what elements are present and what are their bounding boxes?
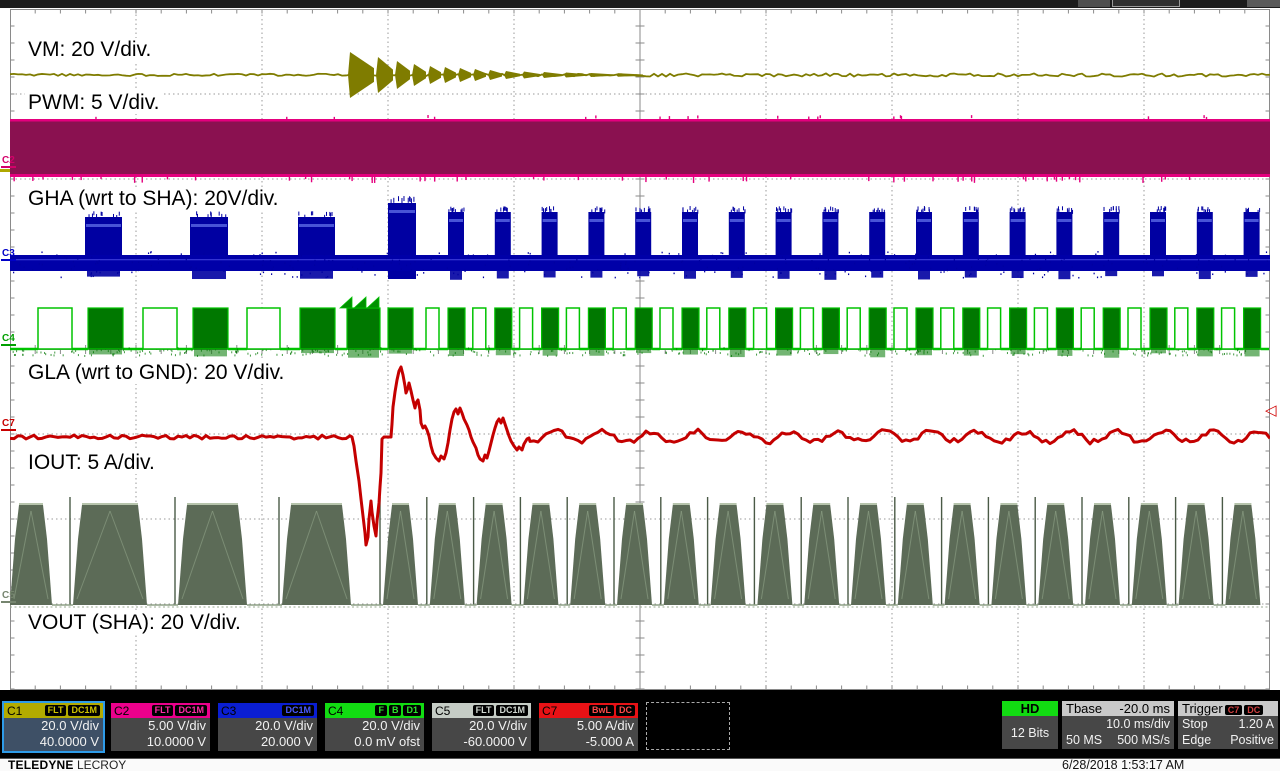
channel-offset: 10.0000 V xyxy=(115,734,206,750)
timebase-body: 10.0 ms/div 50 MS 500 MS/s xyxy=(1062,716,1174,749)
timebase-rate: 500 MS/s xyxy=(1117,732,1170,748)
brand-primary: TELEDYNE xyxy=(8,758,74,771)
channel-scale: 5.00 V/div xyxy=(115,718,206,734)
timebase-label: Tbase xyxy=(1066,701,1102,716)
footer-strip: TELEDYNE LECROY 6/28/2018 1:53:17 AM xyxy=(0,758,1280,771)
trigger-source-badges: C7DC xyxy=(1223,701,1264,716)
trigger-header: Trigger C7DC xyxy=(1178,701,1278,716)
channel-scale: 20.0 V/div xyxy=(329,718,420,734)
timebase-offset: -20.0 ms xyxy=(1119,701,1170,716)
channel-readout: 5.00 V/div10.0000 V xyxy=(111,718,210,751)
hd-mode-header: HD xyxy=(1002,701,1058,716)
trigger-label: Trigger xyxy=(1182,701,1223,716)
channel-marker-c4[interactable]: C4 xyxy=(1,334,16,346)
trigger-box[interactable]: Trigger C7DC Stop 1.20 A Edge Positive xyxy=(1178,701,1278,749)
trigger-mode: Stop xyxy=(1182,716,1208,732)
channel-header: C5 FLTDC1M xyxy=(432,703,531,718)
channel-box-c7[interactable]: C7 BwLDC 5.00 A/div-5.000 A xyxy=(537,701,640,753)
channel-scale: 20.0 V/div xyxy=(436,718,527,734)
channel-header: C1 FLTDC1M xyxy=(4,703,103,718)
channel-header: C4 FBD1 xyxy=(325,703,424,718)
channel-badge: DC1M xyxy=(282,705,314,716)
hd-label: HD xyxy=(1021,701,1040,716)
timebase-per-div: 10.0 ms/div xyxy=(1106,716,1170,732)
channel-badge: DC1M xyxy=(496,705,528,716)
timebase-box[interactable]: Tbase -20.0 ms 10.0 ms/div 50 MS 500 MS/… xyxy=(1062,701,1174,749)
channel-marker-c5[interactable]: C5 xyxy=(1,591,16,603)
trace-label-pwm: PWM: 5 V/div. xyxy=(25,91,162,114)
brand-logo: TELEDYNE LECROY xyxy=(8,759,126,771)
channel-offset: 40.0000 V xyxy=(8,734,99,750)
channel-scale: 20.0 V/div xyxy=(222,718,313,734)
channel-badge: D1 xyxy=(403,705,421,716)
datetime-display: 6/28/2018 1:53:17 AM xyxy=(1062,759,1184,771)
trigger-level-value: 1.20 A xyxy=(1239,716,1274,732)
channel-scale: 5.00 A/div xyxy=(543,718,634,734)
trigger-type: Edge xyxy=(1182,732,1211,748)
channel-marker-c2[interactable]: C2 xyxy=(1,156,16,168)
trace-label-vout: VOUT (SHA): 20 V/div. xyxy=(25,611,244,634)
timebase-header: Tbase -20.0 ms xyxy=(1062,701,1174,716)
channel-scale: 20.0 V/div xyxy=(8,718,99,734)
channel-id: C4 xyxy=(328,704,343,718)
channel-badge: F xyxy=(375,705,387,716)
waveform-display-grid xyxy=(10,9,1270,690)
channel-badge: DC xyxy=(616,705,635,716)
channel-badge: FLT xyxy=(45,705,67,716)
title-strip-fragment xyxy=(1247,0,1280,7)
channel-badge: BwL xyxy=(589,705,614,716)
channel-box-c5[interactable]: C5 FLTDC1M 20.0 V/div-60.0000 V xyxy=(430,701,533,753)
oscilloscope-screen: VM: 20 V/div. PWM: 5 V/div. GHA (wrt to … xyxy=(0,0,1280,771)
channel-readout: 20.0 V/div40.0000 V xyxy=(4,718,103,751)
trigger-badge: C7 xyxy=(1225,705,1243,715)
hd-mode-body: 12 Bits xyxy=(1002,716,1058,749)
channel-box-c3[interactable]: C3 DC1M 20.0 V/div20.000 V xyxy=(216,701,319,753)
channel-box-c4[interactable]: C4 FBD1 20.0 V/div0.0 mV ofst xyxy=(323,701,426,753)
brand-secondary: LECROY xyxy=(77,758,126,771)
title-strip xyxy=(0,0,1280,8)
channel-id: C2 xyxy=(114,704,129,718)
channel-offset: -5.000 A xyxy=(543,734,634,750)
trigger-level-marker[interactable]: ◁ xyxy=(1265,403,1277,418)
channel-id: C5 xyxy=(435,704,450,718)
title-strip-fragment xyxy=(1078,0,1110,7)
channel-box-c2[interactable]: C2 FLTDC1M 5.00 V/div10.0000 V xyxy=(109,701,212,753)
channel-offset: 20.000 V xyxy=(222,734,313,750)
channel-offset: 0.0 mV ofst xyxy=(329,734,420,750)
trace-label-gla: GLA (wrt to GND): 20 V/div. xyxy=(25,361,287,384)
trigger-body: Stop 1.20 A Edge Positive xyxy=(1178,716,1278,749)
hd-bits: 12 Bits xyxy=(1011,726,1049,740)
channel-readout: 20.0 V/div20.000 V xyxy=(218,718,317,751)
trigger-badge: DC xyxy=(1244,705,1263,715)
channel-badge: FLT xyxy=(473,705,495,716)
timebase-samples: 50 MS xyxy=(1066,732,1102,748)
c1-offset-marker[interactable] xyxy=(0,169,10,172)
empty-descriptor-slot xyxy=(646,702,730,750)
channel-badge: FLT xyxy=(152,705,174,716)
trigger-slope: Positive xyxy=(1230,732,1274,748)
channel-readout: 20.0 V/div0.0 mV ofst xyxy=(325,718,424,751)
trace-label-vm: VM: 20 V/div. xyxy=(25,38,154,61)
channel-header: C3 DC1M xyxy=(218,703,317,718)
channel-id: C7 xyxy=(542,704,557,718)
trace-label-gha: GHA (wrt to SHA): 20V/div. xyxy=(25,187,282,210)
channel-offset: -60.0000 V xyxy=(436,734,527,750)
title-strip-fragment xyxy=(1112,0,1180,7)
trace-label-iout: IOUT: 5 A/div. xyxy=(25,451,158,474)
channel-header: C2 FLTDC1M xyxy=(111,703,210,718)
hd-mode-box[interactable]: HD 12 Bits xyxy=(1002,701,1058,749)
channel-readout: 5.00 A/div-5.000 A xyxy=(539,718,638,751)
channel-header: C7 BwLDC xyxy=(539,703,638,718)
status-bar: C1FLTDC1M20.0 V/div40.0000 VC2FLTDC1M5.0… xyxy=(0,690,1280,758)
channel-readout: 20.0 V/div-60.0000 V xyxy=(432,718,531,751)
channel-marker-c3[interactable]: C3 xyxy=(1,249,16,261)
channel-box-c1[interactable]: C1 FLTDC1M 20.0 V/div40.0000 V xyxy=(2,701,105,753)
channel-id: C3 xyxy=(221,704,236,718)
channel-badge: DC1M xyxy=(68,705,100,716)
channel-badge: B xyxy=(389,705,402,716)
channel-id: C1 xyxy=(7,704,22,718)
channel-marker-c7[interactable]: C7 xyxy=(1,419,16,431)
channel-badge: DC1M xyxy=(175,705,207,716)
channel-descriptor-boxes: C1FLTDC1M20.0 V/div40.0000 VC2FLTDC1M5.0… xyxy=(2,701,730,753)
